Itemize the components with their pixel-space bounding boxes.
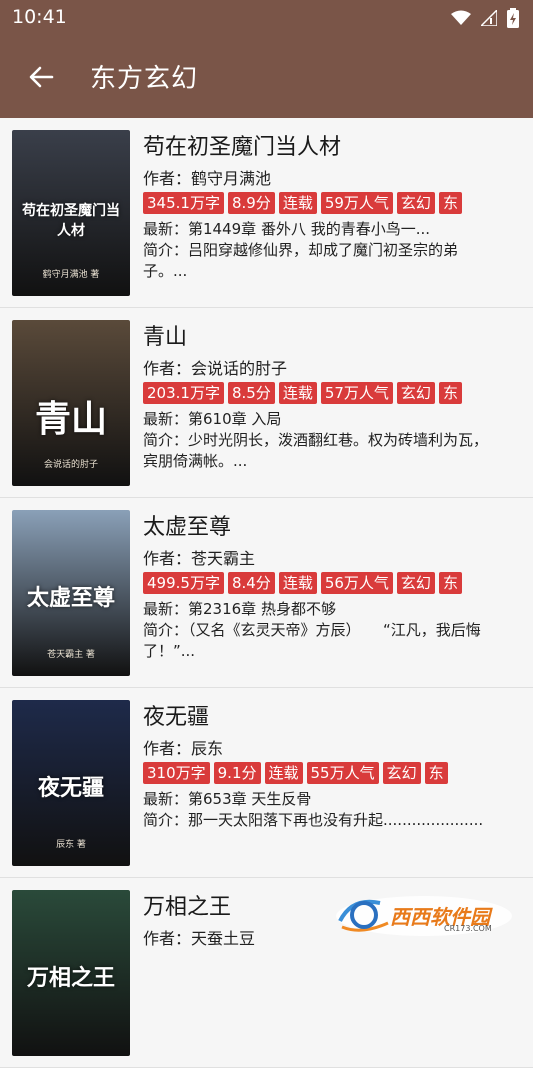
book-tag: 57万人气 — [320, 382, 393, 404]
book-summary: 简介：那一天太阳落下再也没有升起..................... — [143, 811, 484, 829]
book-cover-author: 鹤守月满池 著 — [42, 270, 100, 280]
book-author: 作者：会说话的肘子 — [143, 359, 288, 378]
watermark-logo: 西西软件园 CR173.COM — [332, 893, 514, 939]
book-tag: 玄幻 — [396, 572, 435, 594]
book-tag: 55万人气 — [306, 762, 379, 784]
book-tag: 东 — [424, 762, 448, 784]
book-latest-chapter: 最新：第653章 天生反骨 — [143, 790, 312, 808]
book-tag: 东 — [438, 572, 462, 594]
book-author: 作者：辰东 — [143, 739, 224, 758]
book-cover-author: 苍天霸主 著 — [47, 650, 95, 660]
book-list-item[interactable]: 夜无疆 辰东 著夜无疆 作者：辰东 310万字 9.1分 连载 55万人气 玄幻东最新：第65… — [0, 688, 533, 878]
book-tag: 8.5分 — [227, 382, 275, 404]
book-cover-title: 太虚至尊 — [26, 585, 115, 611]
book-tag: 玄幻 — [396, 382, 435, 404]
book-title: 苟在初圣魔门当人材 — [143, 135, 342, 160]
page-title: 东方玄幻 — [90, 64, 199, 94]
book-summary: 简介：吕阳穿越修仙界，却成了魔门初圣宗的弟子。... — [143, 241, 459, 280]
wifi-icon — [451, 10, 471, 25]
book-cover-author: 辰东 著 — [56, 840, 86, 850]
status-time: 10:41 — [12, 6, 67, 28]
book-latest-chapter: 最新：第1449章 番外八 我的青春小鸟一... — [143, 220, 431, 238]
book-cover-author: 会说话的肘子 — [43, 460, 98, 470]
book-list-item[interactable]: 太虚至尊 苍天霸主 著太虚至尊 作者：苍天霸主 499.5万字 8.4分 连载 56万人气玄… — [0, 498, 533, 688]
signal-icon — [481, 10, 497, 26]
book-tag: 203.1万字 — [143, 382, 224, 404]
book-info: 青山作者：会说话的肘子 203.1万字 8.5分 连载 57万人气 玄幻东最新：第610章… — [143, 322, 533, 474]
book-summary: 简介：（又名《玄灵天帝》方辰） “江凡，我后悔了！”... — [143, 621, 481, 660]
book-tag: 东 — [438, 192, 462, 214]
book-latest-chapter: 最新：第610章 入局 — [143, 410, 282, 428]
book-title: 太虚至尊 — [143, 515, 232, 540]
book-title: 青山 — [143, 325, 188, 350]
book-tag: 连载 — [278, 382, 317, 404]
book-tags: 499.5万字 8.4分 连载 56万人气 玄幻东 — [143, 572, 533, 596]
book-cover-image: 太虚至尊苍天霸主 著 — [12, 510, 130, 676]
book-cover-title: 苟在初圣魔门当人材 — [22, 203, 120, 239]
book-tag: 连载 — [278, 572, 317, 594]
book-cover-title: 夜无疆 — [37, 775, 104, 801]
book-list-item[interactable]: 苟在初圣魔门当人材 鹤守月满池 著苟在初圣魔门当人材 作者：鹤守月满池 345.1万字… — [0, 118, 533, 308]
book-tag: 59万人气 — [320, 192, 393, 214]
status-icons — [451, 8, 519, 28]
book-tag: 玄幻 — [396, 192, 435, 214]
book-cover-image: 万相之王 — [12, 890, 130, 1056]
book-cover-title: 万相之王 — [26, 965, 115, 991]
battery-icon — [507, 8, 519, 28]
book-cover-image: 苟在初圣魔门当人材鹤守月满池 著 — [12, 130, 130, 296]
book-tag: 9.1分 — [213, 762, 261, 784]
book-tags: 345.1万字 8.9分 连载 59万人气 玄幻东 — [143, 192, 533, 216]
book-cover-image: 青山 会说话的肘子 — [12, 320, 130, 486]
book-list-item[interactable]: 青山 会说话的肘子 青山 作者：会说话的肘子 203.1万字 8.5分 连载 57万人气 玄幻东… — [0, 308, 533, 498]
status-bar: 10:41 — [0, 0, 533, 38]
book-title: 夜无疆 — [143, 705, 210, 730]
book-tag: 玄幻 — [382, 762, 421, 784]
book-tags: 310万字 9.1分 连载 55万人气 玄幻东 — [143, 762, 533, 786]
book-tag: 310万字 — [143, 762, 210, 784]
book-info: 苟在初圣魔门当人材 作者：鹤守月满池 345.1万字 8.9分 连载 59万人气 玄幻东最新… — [143, 132, 533, 284]
book-author: 作者：鹤守月满池 — [143, 169, 272, 188]
book-info: 太虚至尊作者：苍天霸主 499.5万字 8.4分 连载 56万人气 玄幻东最新：第2316… — [143, 512, 533, 664]
book-tags: 203.1万字 8.5分 连载 57万人气 玄幻东 — [143, 382, 533, 406]
book-cover-title: 青山 — [34, 398, 107, 440]
book-tag: 345.1万字 — [143, 192, 224, 214]
book-tag: 东 — [438, 382, 462, 404]
book-tag: 56万人气 — [320, 572, 393, 594]
watermark-sub: CR173.COM — [444, 924, 492, 933]
book-info: 夜无疆作者：辰东 310万字 9.1分 连载 55万人气 玄幻东最新：第653章 天生反骨… — [143, 702, 533, 854]
book-author: 作者：苍天霸主 — [143, 549, 256, 568]
book-tag: 499.5万字 — [143, 572, 224, 594]
back-arrow-icon[interactable] — [26, 62, 56, 92]
book-tag: 8.4分 — [227, 572, 275, 594]
book-summary: 简介：少时光阴长，泼酒翻红巷。权为砖墙利为瓦，宾朋倚满帐。... — [143, 431, 488, 470]
book-tag: 8.9分 — [227, 192, 275, 214]
book-latest-chapter: 最新：第2316章 热身都不够 — [143, 600, 336, 618]
app-bar: 东方玄幻 — [0, 38, 533, 118]
book-cover-image: 夜无疆 辰东 著 — [12, 700, 130, 866]
book-tag: 连载 — [264, 762, 303, 784]
book-tag: 连载 — [278, 192, 317, 214]
